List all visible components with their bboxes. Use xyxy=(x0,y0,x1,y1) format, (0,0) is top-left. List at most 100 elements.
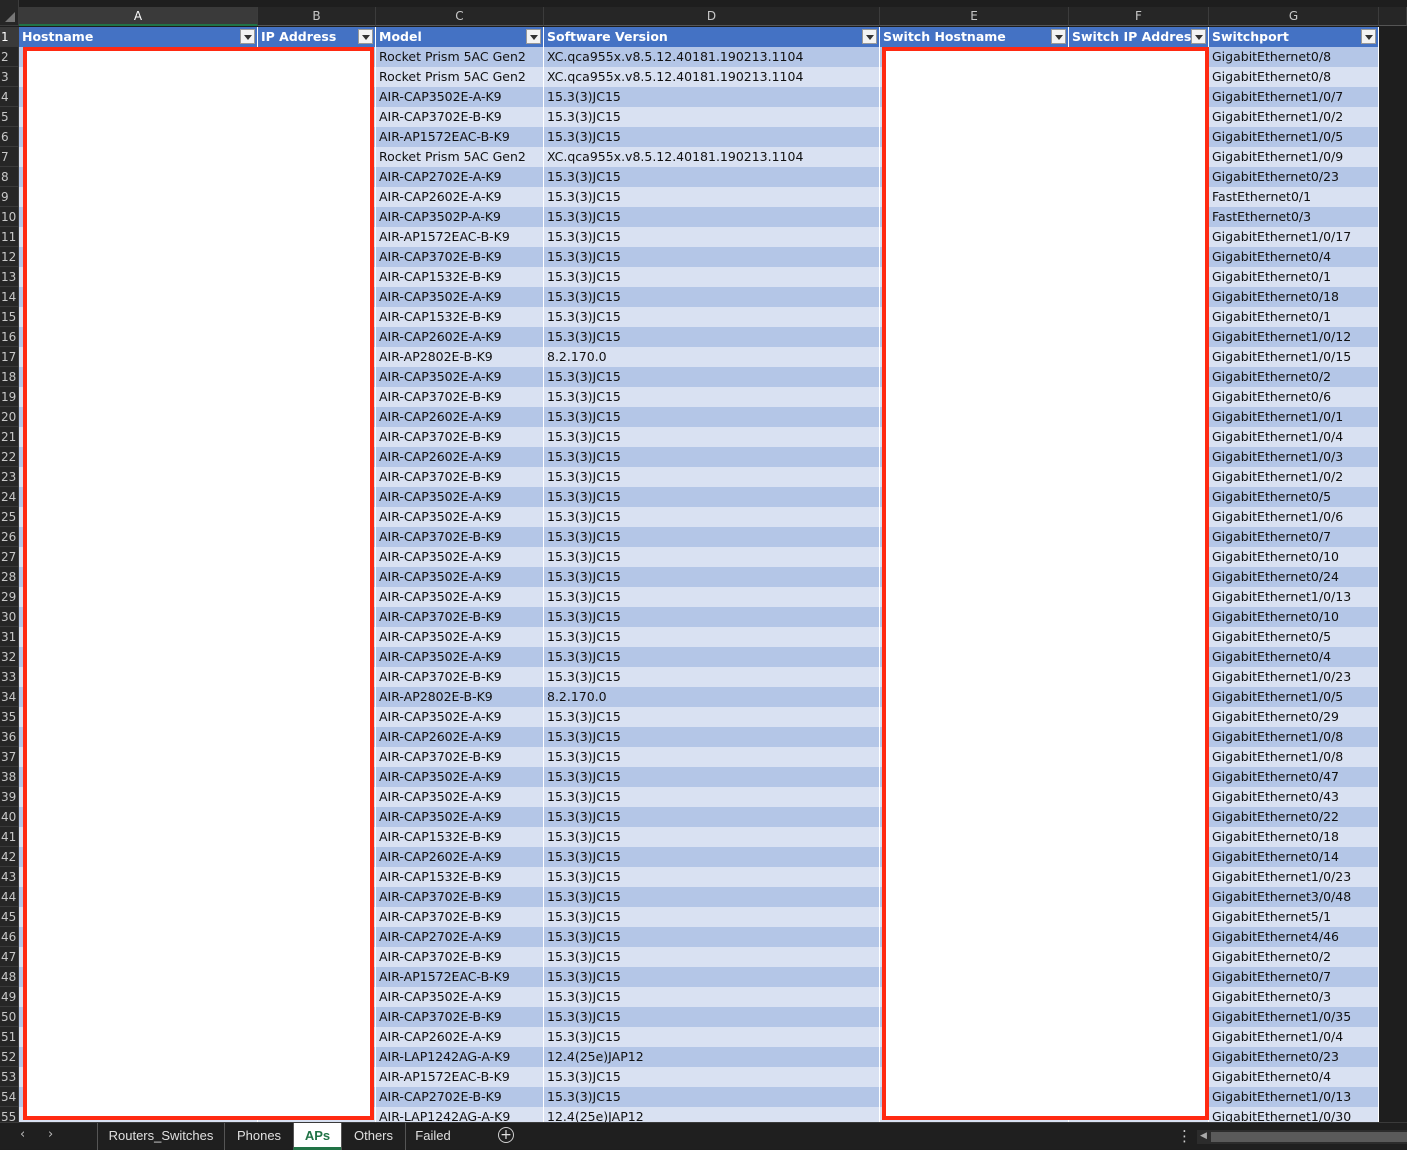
cell-software-version[interactable]: 15.3(3)JC15 xyxy=(544,307,880,327)
header-cell-hostname[interactable]: Hostname xyxy=(19,27,258,47)
row-header[interactable]: 2 xyxy=(0,47,19,67)
row-header[interactable]: 50 xyxy=(0,1007,19,1027)
cell-model[interactable]: AIR-CAP3702E-B-K9 xyxy=(376,1007,544,1027)
cell-switchport[interactable]: GigabitEthernet0/5 xyxy=(1209,627,1379,647)
cell-switchport[interactable]: GigabitEthernet1/0/30 xyxy=(1209,1107,1379,1122)
cell-model[interactable]: AIR-AP1572EAC-B-K9 xyxy=(376,1067,544,1087)
row-header[interactable]: 51 xyxy=(0,1027,19,1047)
row-header[interactable]: 9 xyxy=(0,187,19,207)
cell-switchport[interactable]: GigabitEthernet1/0/15 xyxy=(1209,347,1379,367)
cell-model[interactable]: AIR-CAP3502E-A-K9 xyxy=(376,647,544,667)
cell-model[interactable]: AIR-CAP2602E-A-K9 xyxy=(376,327,544,347)
cell-model[interactable]: AIR-LAP1242AG-A-K9 xyxy=(376,1047,544,1067)
filter-dropdown-icon[interactable] xyxy=(1051,29,1066,44)
row-header[interactable]: 40 xyxy=(0,807,19,827)
cell-software-version[interactable]: 15.3(3)JC15 xyxy=(544,727,880,747)
cell-switchport[interactable]: GigabitEthernet1/0/7 xyxy=(1209,87,1379,107)
row-header[interactable]: 16 xyxy=(0,327,19,347)
cell-software-version[interactable]: 15.3(3)JC15 xyxy=(544,167,880,187)
cell-software-version[interactable]: 15.3(3)JC15 xyxy=(544,947,880,967)
filter-dropdown-icon[interactable] xyxy=(1191,29,1206,44)
cell-switchport[interactable]: GigabitEthernet1/0/5 xyxy=(1209,127,1379,147)
cell-model[interactable]: AIR-CAP2602E-A-K9 xyxy=(376,407,544,427)
cell-model[interactable]: AIR-CAP3502E-A-K9 xyxy=(376,367,544,387)
row-header[interactable]: 23 xyxy=(0,467,19,487)
cell-switchport[interactable]: GigabitEthernet1/0/2 xyxy=(1209,467,1379,487)
row-header[interactable]: 4 xyxy=(0,87,19,107)
cell-model[interactable]: AIR-CAP3702E-B-K9 xyxy=(376,947,544,967)
cell-software-version[interactable]: 15.3(3)JC15 xyxy=(544,707,880,727)
cell-switchport[interactable]: GigabitEthernet0/2 xyxy=(1209,947,1379,967)
row-header[interactable]: 31 xyxy=(0,627,19,647)
cell-software-version[interactable]: 15.3(3)JC15 xyxy=(544,907,880,927)
cell-model[interactable]: AIR-CAP1532E-B-K9 xyxy=(376,267,544,287)
select-all-corner[interactable] xyxy=(0,0,19,26)
kebab-icon[interactable]: ⋮ xyxy=(1177,1127,1192,1145)
cell-software-version[interactable]: 15.3(3)JC15 xyxy=(544,1087,880,1107)
cell-software-version[interactable]: 12.4(25e)JAP12 xyxy=(544,1047,880,1067)
header-cell-switchport[interactable]: Switchport xyxy=(1209,27,1379,47)
cell-switchport[interactable]: GigabitEthernet1/0/4 xyxy=(1209,1027,1379,1047)
cell-software-version[interactable]: 15.3(3)JC15 xyxy=(544,287,880,307)
header-cell-switch-ip-address[interactable]: Switch IP Address xyxy=(1069,27,1209,47)
cell-software-version[interactable]: 15.3(3)JC15 xyxy=(544,367,880,387)
cell-switchport[interactable]: GigabitEthernet1/0/9 xyxy=(1209,147,1379,167)
row-header[interactable]: 39 xyxy=(0,787,19,807)
horizontal-scrollbar[interactable]: ◀ xyxy=(1197,1130,1407,1144)
row-header[interactable]: 49 xyxy=(0,987,19,1007)
cell-model[interactable]: AIR-CAP1532E-B-K9 xyxy=(376,827,544,847)
cell-switchport[interactable]: GigabitEthernet1/0/8 xyxy=(1209,747,1379,767)
row-header[interactable]: 55 xyxy=(0,1107,19,1122)
cell-model[interactable]: AIR-LAP1242AG-A-K9 xyxy=(376,1107,544,1122)
cell-switchport[interactable]: GigabitEthernet1/0/6 xyxy=(1209,507,1379,527)
cell-model[interactable]: AIR-CAP3502E-A-K9 xyxy=(376,87,544,107)
cell-software-version[interactable]: 15.3(3)JC15 xyxy=(544,787,880,807)
cell-software-version[interactable]: 15.3(3)JC15 xyxy=(544,767,880,787)
cell-model[interactable]: AIR-CAP3502E-A-K9 xyxy=(376,627,544,647)
cell-model[interactable]: Rocket Prism 5AC Gen2 xyxy=(376,147,544,167)
cell-software-version[interactable]: 15.3(3)JC15 xyxy=(544,747,880,767)
row-header[interactable]: 13 xyxy=(0,267,19,287)
cell-software-version[interactable]: 15.3(3)JC15 xyxy=(544,487,880,507)
cell-model[interactable]: AIR-CAP3702E-B-K9 xyxy=(376,907,544,927)
cell-switchport[interactable]: GigabitEthernet1/0/12 xyxy=(1209,327,1379,347)
spreadsheet-grid[interactable]: ABCDEFG 1 2 3 4 5 6 7 8 9 10 11 12 13 14 15 16 17 18 19 20 2… xyxy=(0,0,1407,1122)
filter-dropdown-icon[interactable] xyxy=(862,29,877,44)
row-header[interactable]: 32 xyxy=(0,647,19,667)
cell-switchport[interactable]: GigabitEthernet0/1 xyxy=(1209,307,1379,327)
filter-dropdown-icon[interactable] xyxy=(526,29,541,44)
cell-software-version[interactable]: 15.3(3)JC15 xyxy=(544,1027,880,1047)
cell-switchport[interactable]: GigabitEthernet1/0/23 xyxy=(1209,667,1379,687)
cell-software-version[interactable]: 15.3(3)JC15 xyxy=(544,807,880,827)
scrollbar-thumb[interactable] xyxy=(1211,1132,1407,1142)
row-header[interactable]: 27 xyxy=(0,547,19,567)
cell-model[interactable]: AIR-CAP3502E-A-K9 xyxy=(376,287,544,307)
row-header[interactable]: 10 xyxy=(0,207,19,227)
row-header[interactable]: 34 xyxy=(0,687,19,707)
cell-software-version[interactable]: 15.3(3)JC15 xyxy=(544,247,880,267)
row-header[interactable]: 52 xyxy=(0,1047,19,1067)
row-header[interactable]: 26 xyxy=(0,527,19,547)
row-header[interactable]: 17 xyxy=(0,347,19,367)
cell-model[interactable]: AIR-CAP3502E-A-K9 xyxy=(376,507,544,527)
cell-switchport[interactable]: GigabitEthernet0/1 xyxy=(1209,267,1379,287)
cell-model[interactable]: AIR-CAP1532E-B-K9 xyxy=(376,867,544,887)
cell-model[interactable]: AIR-CAP2602E-A-K9 xyxy=(376,847,544,867)
cell-model[interactable]: Rocket Prism 5AC Gen2 xyxy=(376,47,544,67)
cell-model[interactable]: AIR-CAP2702E-A-K9 xyxy=(376,167,544,187)
column-header-g[interactable]: G xyxy=(1209,7,1379,26)
row-header[interactable]: 8 xyxy=(0,167,19,187)
cell-software-version[interactable]: 8.2.170.0 xyxy=(544,687,880,707)
cell-switchport[interactable]: GigabitEthernet0/24 xyxy=(1209,567,1379,587)
row-header[interactable]: 19 xyxy=(0,387,19,407)
cell-software-version[interactable]: 15.3(3)JC15 xyxy=(544,987,880,1007)
cell-software-version[interactable]: 15.3(3)JC15 xyxy=(544,107,880,127)
row-header[interactable]: 42 xyxy=(0,847,19,867)
cell-model[interactable]: AIR-CAP2602E-A-K9 xyxy=(376,1027,544,1047)
cell-software-version[interactable]: 15.3(3)JC15 xyxy=(544,87,880,107)
cell-model[interactable]: AIR-CAP3502E-A-K9 xyxy=(376,547,544,567)
cell-model[interactable]: AIR-AP1572EAC-B-K9 xyxy=(376,127,544,147)
header-cell-switch-hostname[interactable]: Switch Hostname xyxy=(880,27,1069,47)
cell-switchport[interactable]: GigabitEthernet0/43 xyxy=(1209,787,1379,807)
row-header[interactable]: 5 xyxy=(0,107,19,127)
